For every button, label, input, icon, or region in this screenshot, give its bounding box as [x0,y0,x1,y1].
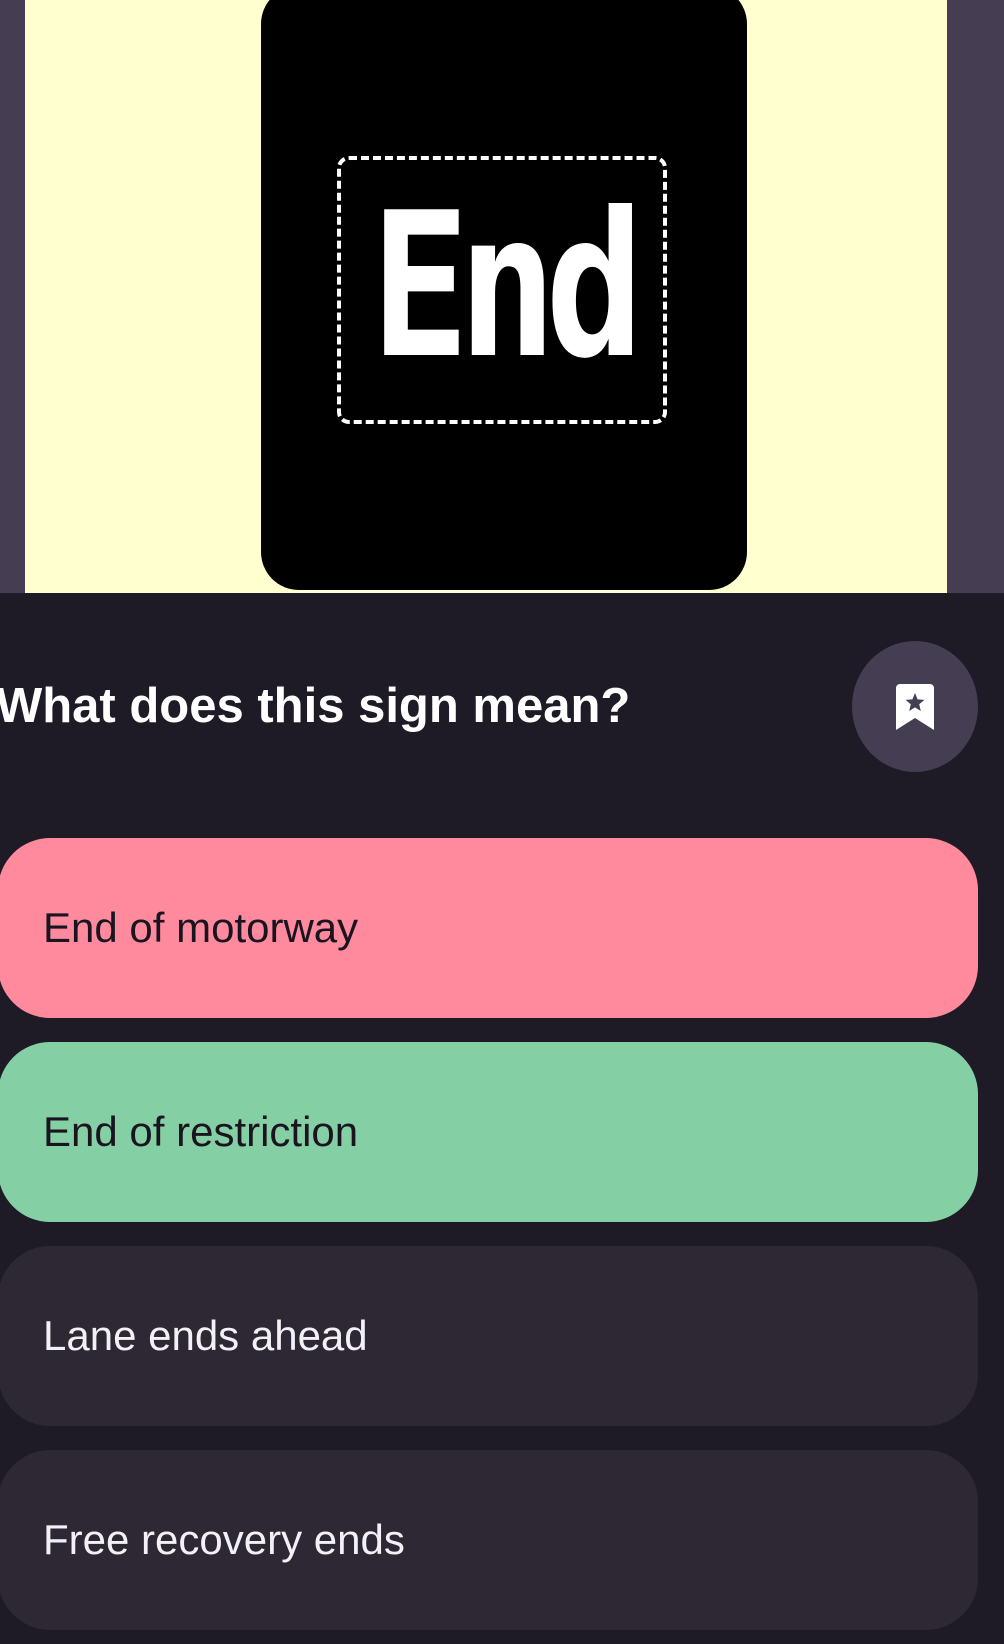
sign-image: End [25,0,947,593]
sign-text: End [371,170,644,403]
answer-option-2[interactable]: End of restriction [0,1042,978,1222]
bookmark-star-icon [896,683,934,730]
sign-border: End [337,156,667,424]
question-text: What does this sign mean? [0,679,631,733]
answer-label: End of motorway [43,904,359,951]
answer-option-3[interactable]: Lane ends ahead [0,1246,978,1426]
answer-option-1[interactable]: End of motorway [0,838,978,1018]
answer-label: Free recovery ends [43,1516,405,1563]
sign-image-frame: End [0,0,1004,593]
bookmark-button[interactable] [852,641,978,772]
answer-option-4[interactable]: Free recovery ends [0,1450,978,1630]
road-sign: End [261,0,747,590]
answer-label: End of restriction [43,1108,359,1155]
quiz-screen: End What does this sign mean? End of mot… [0,0,1004,1644]
answer-label: Lane ends ahead [43,1312,368,1359]
